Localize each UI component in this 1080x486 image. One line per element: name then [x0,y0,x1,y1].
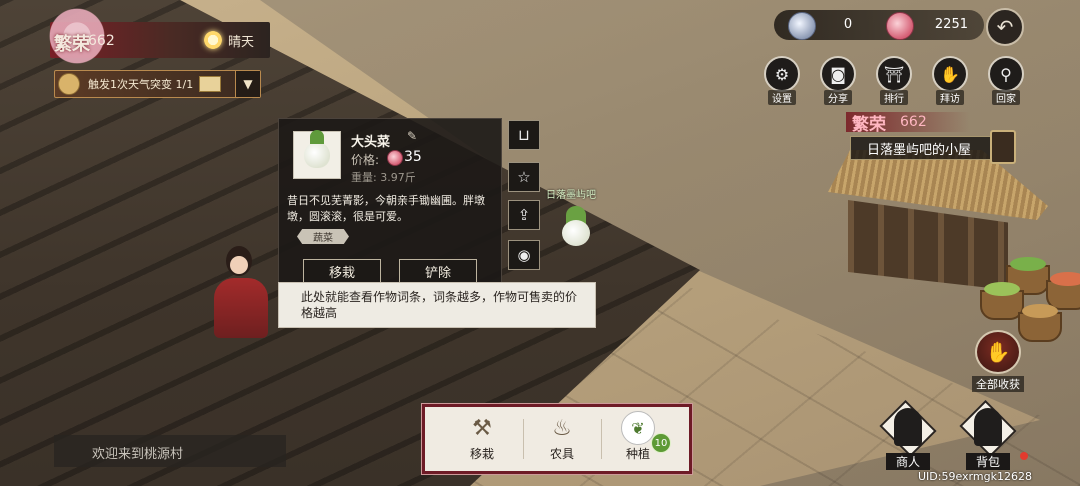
home-label: 回家 [992,90,1020,105]
divider [601,419,602,459]
farm-tools-label: 农具 [549,447,574,461]
silver-amount: 0 [843,17,853,32]
backpack-label: 背包 [965,453,1010,470]
tutorial-tip-text: 此处就能查看作物词条，词条越多，作物可售卖的价格越高 [301,290,578,320]
star-icon: ☆ [517,168,531,186]
guide-robe [214,278,268,338]
guide-face [230,256,248,274]
chat-message: 欢迎来到桃源村 [92,447,184,462]
merchant-button[interactable]: 商人 [878,399,938,470]
settings-button[interactable]: ⚙ 设置 [762,56,802,105]
chat-box[interactable]: 欢迎来到桃源村 [54,435,286,467]
collapse-card-button[interactable]: ⊔ [508,120,540,150]
currency-bar: 0 2251 [774,10,984,40]
settings-label: 设置 [768,90,796,105]
share-icon: ⇪ [517,206,531,224]
house-prosperity-label: 繁荣 [852,115,886,135]
merchant-label: 商人 [885,453,930,470]
shovel-icon: ⚒ [472,415,492,441]
pencil-icon[interactable]: ✎ [407,129,417,143]
prosperity-value: 662 [88,33,115,49]
gate-icon: ⛩ [876,56,912,92]
ranking-label: 排行 [880,90,908,105]
handshake-icon: ✋ [932,56,968,92]
turnip-icon [304,130,330,168]
divider [523,419,524,459]
share-crop-button[interactable]: ⇪ [508,200,540,230]
ticket-icon [199,76,222,92]
price-label: 价格: [351,153,380,167]
visit-label: 拜访 [936,90,964,105]
farm-toolbar: ⚒ 移栽 ♨ 农具 ❦ 10 种植 [422,404,692,474]
crop-thumbnail [293,130,341,179]
sun-icon [204,31,222,49]
return-arrow-icon: ↶ [996,15,1014,39]
view-button[interactable]: ◉ [508,240,540,270]
silver-coin-icon [788,12,816,40]
notification-dot [1020,452,1028,460]
eye-icon: ◉ [517,246,531,264]
camera-icon: ◙ [820,56,856,92]
planted-turnip[interactable] [558,206,594,246]
turnip-bulb [562,220,590,246]
crop-name: 大头菜 [351,135,391,150]
bracket-icon: ⊔ [518,126,530,144]
harvest-all-button[interactable]: ✋ 全部收获 [968,330,1028,392]
transplant-tool-button[interactable]: ⚒ 移栽 [447,411,517,467]
ranking-button[interactable]: ⛩ 排行 [874,56,914,105]
house-gate-icon[interactable] [990,130,1016,164]
scroll-icon [58,73,80,95]
backpack-button[interactable]: 背包 [958,399,1018,470]
weather-label: 晴天 [228,34,255,50]
crop-tag-label: 蔬菜 [313,233,333,244]
back-button[interactable]: ↶ [986,8,1024,46]
chevron-down-icon[interactable]: ▼ [235,71,260,97]
merchant-icon [894,408,922,446]
plant-label: 种植 [625,447,650,461]
plant-count-badge: 10 [651,433,671,453]
plant-button[interactable]: ❦ 10 种植 [603,411,673,467]
prosperity-label: 繁荣 [54,34,90,55]
crop-price: 35 [404,149,422,165]
house-name-plate[interactable]: 日落墨屿吧的小屋 [850,136,1002,160]
crop-tag: 蔬菜 [297,229,349,244]
backpack-icon [974,408,1002,446]
house-prosperity: 繁荣 662 [846,112,970,135]
farmhouse-body [848,200,1008,290]
visit-button[interactable]: ✋ 拜访 [930,56,970,105]
gear-icon: ⚙ [764,56,800,92]
crop-weight: 重量: 3.97斤 [351,171,416,184]
harvest-all-label: 全部收获 [972,376,1024,392]
tutorial-tip[interactable]: 此处就能查看作物词条，词条越多，作物可售卖的价格越高 [278,282,596,328]
share-button[interactable]: ◙ 分享 [818,56,858,105]
event-task-text: 触发1次天气突变 1/1 [88,78,194,91]
farm-tools-button[interactable]: ♨ 农具 [527,411,597,467]
remove-button[interactable]: 铲除 [399,259,477,283]
user-id: UID:59exrmgk12628 [918,470,1032,483]
jade-coin-icon [886,12,914,40]
weather-indicator: 晴天 [200,22,274,58]
guide-character [206,246,276,344]
weather-event-task[interactable]: 触发1次天气突变 1/1 ▼ [54,70,261,98]
crop-description: 昔日不见芜菁影，今朝亲手锄幽圃。胖墩墩，圆滚滚，很是可爱。 [287,194,485,223]
home-button[interactable]: ⚲ 回家 [986,56,1026,105]
hand-icon: ✋ [975,330,1021,374]
location-pin-icon: ⚲ [988,56,1024,92]
house-name: 日落墨屿吧的小屋 [867,142,972,158]
prosperity-weather-panel[interactable]: 繁荣 662 晴天 [42,8,270,64]
transplant-tool-label: 移栽 [469,447,494,461]
transplant-button[interactable]: 移栽 [303,259,381,283]
jade-coin-icon [387,150,403,166]
plot-owner-label: 日落墨屿吧 [546,190,596,201]
sprout-icon: ❦ [621,411,655,445]
crop-info-card: 大头菜 ✎ 价格: 35 重量: 3.97斤 昔日不见芜菁影，今朝亲手锄幽圃。胖… [278,118,502,286]
jade-amount: 2251 [934,17,968,32]
house-prosperity-value: 662 [900,114,927,130]
share-label: 分享 [824,90,852,105]
seed-sack-icon: ♨ [552,415,572,441]
favorite-button[interactable]: ☆ [508,162,540,192]
